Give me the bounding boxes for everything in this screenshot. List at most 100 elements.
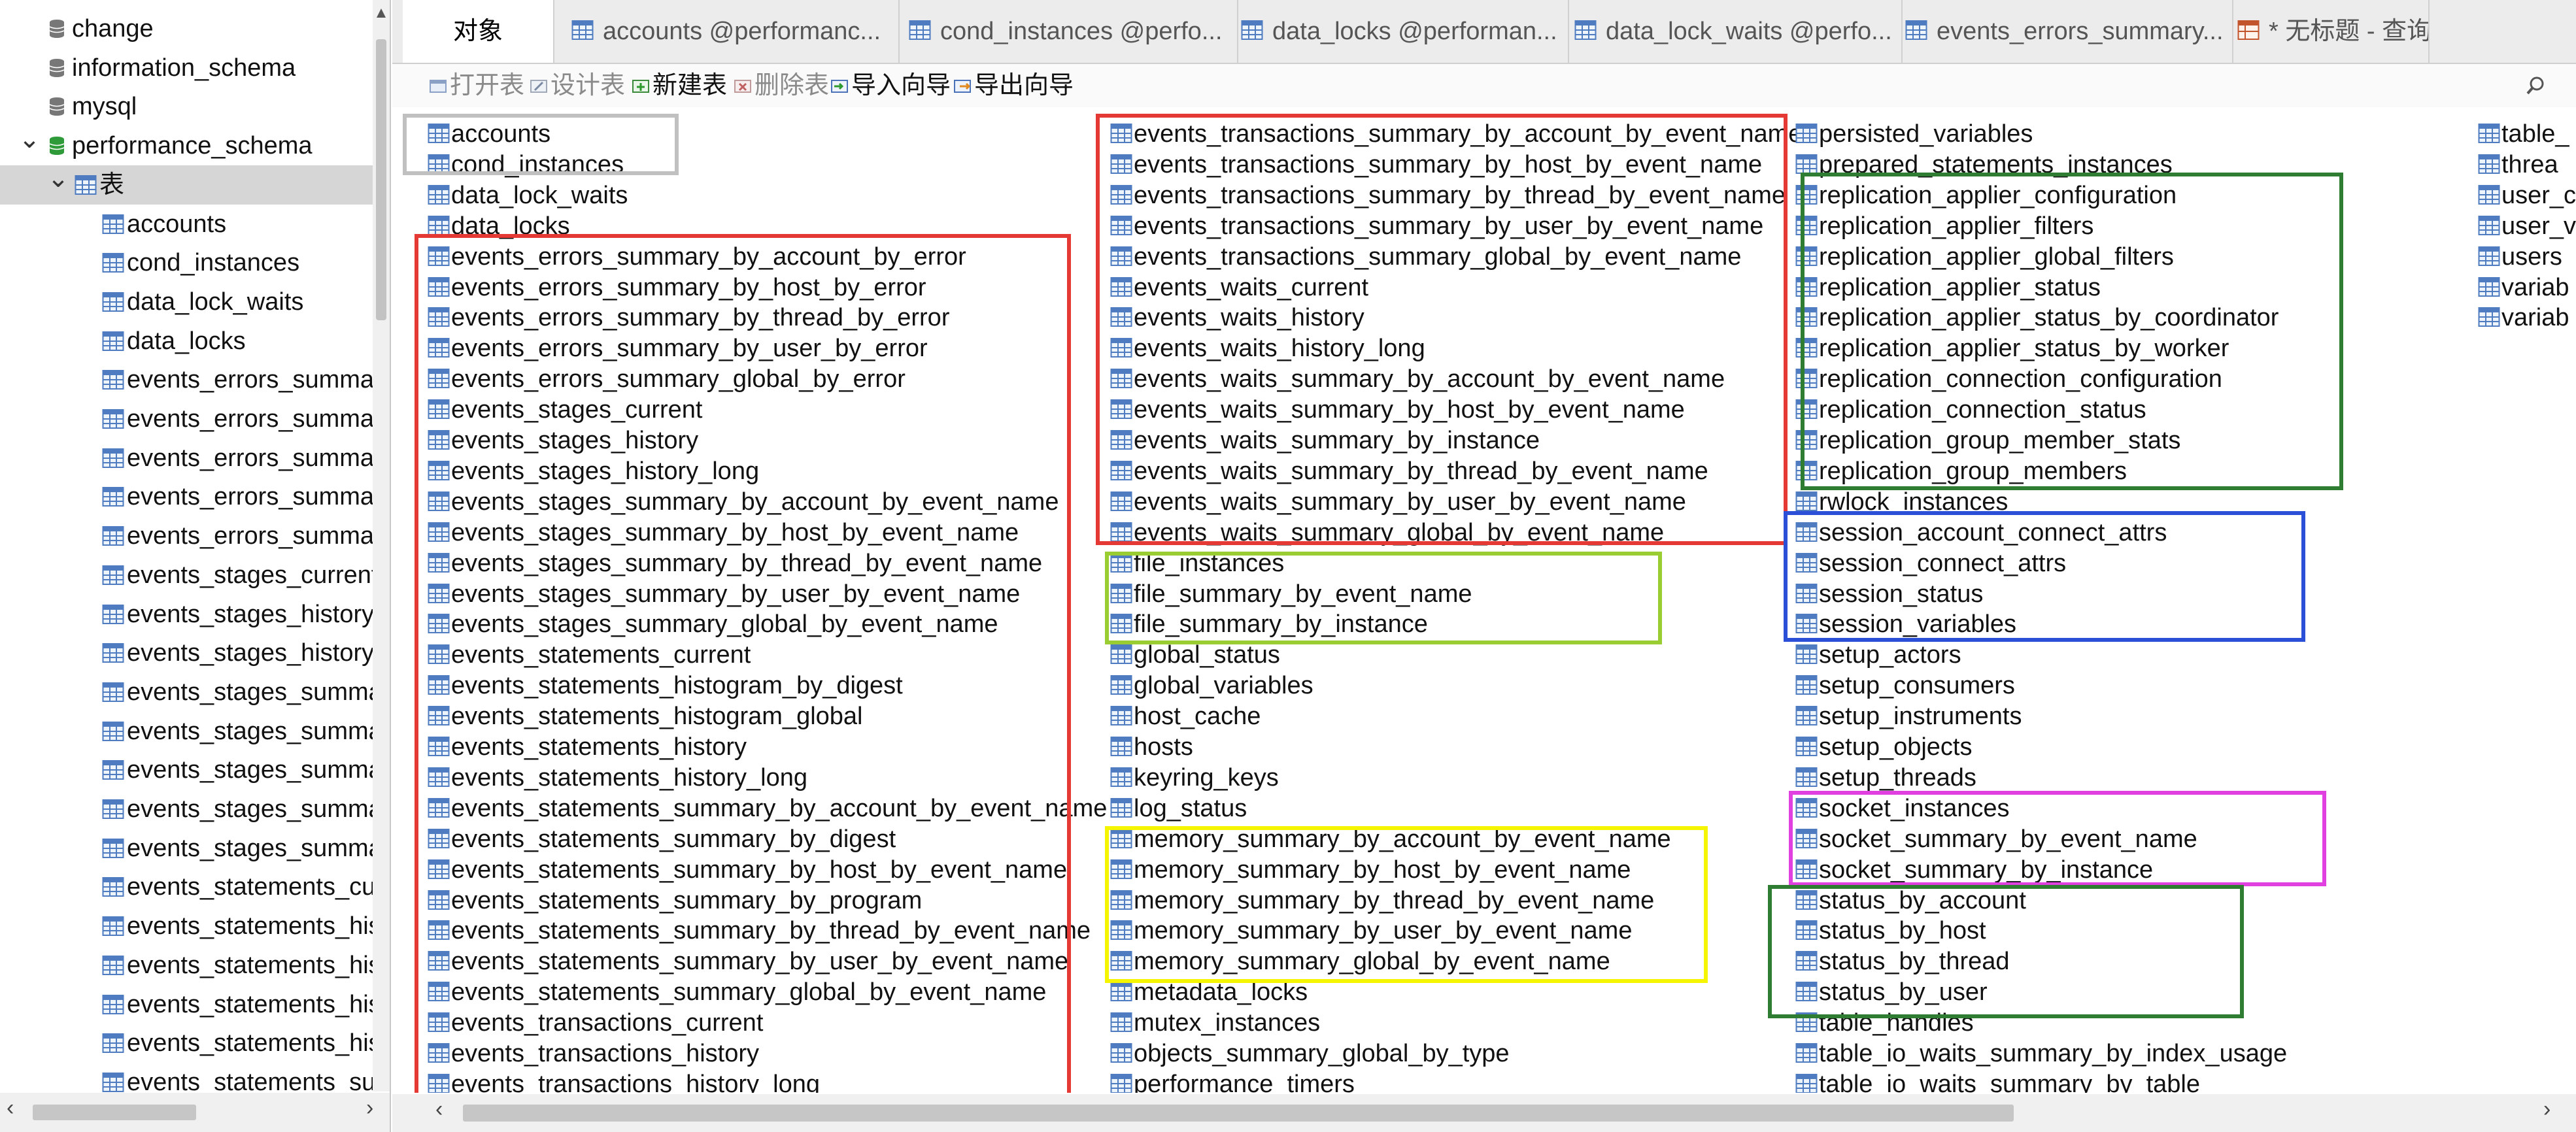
- table-icon: [1795, 767, 1818, 788]
- navigator-table-item[interactable]: events_stages_summary: [0, 712, 390, 751]
- table-icon: [1795, 583, 1818, 604]
- table-object-label: host_cache: [1134, 703, 1261, 731]
- navigator-table-item[interactable]: events_errors_summary: [0, 516, 390, 556]
- tab-item[interactable]: events_errors_summary...: [1900, 0, 2233, 63]
- table-icon: [428, 613, 450, 634]
- navigator-table-item[interactable]: events_statements_histo: [0, 946, 390, 985]
- object-list-horizontal-scrollbar[interactable]: ‹ ›: [392, 1094, 2576, 1132]
- navigator-table-label: events_errors_summary: [127, 405, 391, 433]
- database-item[interactable]: change: [0, 9, 390, 48]
- table-object-label: memory_summary_by_user_by_event_name: [1134, 917, 1633, 945]
- table-icon: [1795, 460, 1818, 481]
- table-icon: [1795, 644, 1818, 665]
- table-icon: [428, 920, 450, 941]
- table-object-label: session_connect_attrs: [1819, 549, 2067, 577]
- delete-table-button[interactable]: 删除表: [734, 64, 829, 107]
- navigator-table-label: events_statements_histo: [127, 1029, 391, 1057]
- navigator-table-item[interactable]: events_statements_curr: [0, 867, 390, 907]
- table-object-label: variab: [2501, 273, 2569, 301]
- database-item[interactable]: mysql: [0, 87, 390, 126]
- tab-item[interactable]: 对象: [403, 0, 554, 63]
- database-item[interactable]: information_schema: [0, 48, 390, 88]
- navigator-table-item[interactable]: events_statements_histo: [0, 985, 390, 1024]
- open-table-button[interactable]: 打开表: [429, 64, 524, 107]
- table-icon: [2478, 184, 2500, 205]
- navigator-table-item[interactable]: events_errors_summary: [0, 439, 390, 478]
- table-icon: [1795, 674, 1818, 695]
- new-table-button[interactable]: 新建表: [632, 64, 727, 107]
- import-wizard-button[interactable]: 导入向导: [830, 64, 951, 107]
- tab-item[interactable]: data_locks @performan...: [1236, 0, 1569, 63]
- table-icon: [1110, 246, 1132, 267]
- navigator-table-item[interactable]: events_statements_histo: [0, 907, 390, 946]
- navigator-table-item[interactable]: events_stages_summary: [0, 673, 390, 712]
- scroll-left-icon[interactable]: ‹: [7, 1095, 14, 1121]
- table-object-label: objects_summary_global_by_type: [1134, 1040, 1510, 1067]
- tables-group-item[interactable]: ⌄ 表: [0, 164, 390, 205]
- table-icon: [1110, 123, 1132, 144]
- table-icon: [428, 184, 450, 205]
- navigator-horizontal-scrollbar[interactable]: ‹ ›: [0, 1093, 390, 1132]
- navigator-table-label: events_statements_histo: [127, 951, 391, 979]
- navigator-table-label: data_locks: [127, 327, 246, 355]
- navigator-table-item[interactable]: events_stages_current: [0, 556, 390, 595]
- table-icon: [102, 876, 124, 897]
- navigator-table-item[interactable]: events_stages_history_l: [0, 633, 390, 673]
- table-object-label: keyring_keys: [1134, 763, 1279, 791]
- table-icon: [428, 705, 450, 726]
- export-wizard-button[interactable]: 导出向导: [953, 64, 1074, 107]
- scrollbar-thumb[interactable]: [33, 1105, 196, 1120]
- design-table-label: 设计表: [551, 72, 626, 99]
- table-object-label: variab: [2501, 304, 2569, 332]
- navigator-table-item[interactable]: events_stages_summary: [0, 790, 390, 829]
- tab-item[interactable]: cond_instances @perfo...: [904, 0, 1238, 63]
- navigator-table-item[interactable]: events_stages_history: [0, 595, 390, 634]
- database-icon: [48, 19, 65, 39]
- table-object-label: events_stages_summary_by_thread_by_event…: [451, 549, 1043, 577]
- navigator-table-item[interactable]: events_errors_summary: [0, 360, 390, 399]
- table-icon: [102, 799, 124, 820]
- scrollbar-thumb[interactable]: [376, 39, 386, 320]
- table-object-label: events_statements_summary_by_account_by_…: [451, 794, 1108, 822]
- table-icon: [102, 642, 124, 663]
- table-icon: [1795, 828, 1818, 849]
- navigator-table-item[interactable]: events_stages_summary: [0, 750, 390, 790]
- table-icon: [428, 123, 450, 144]
- tab-label: accounts @performanc...: [603, 18, 881, 45]
- tab-item[interactable]: accounts @performanc...: [566, 0, 900, 63]
- scroll-right-icon[interactable]: ›: [366, 1095, 373, 1121]
- table-object-label: events_statements_summary_by_thread_by_e…: [451, 917, 1091, 945]
- navigator-table-item[interactable]: data_locks: [0, 322, 390, 361]
- chevron-down-icon[interactable]: ⌄: [47, 159, 69, 198]
- table-object-label: events_waits_history_long: [1134, 335, 1425, 363]
- scroll-left-icon[interactable]: ‹: [435, 1097, 443, 1122]
- delete-table-icon: [734, 66, 752, 93]
- scrollbar-thumb[interactable]: [463, 1105, 2014, 1122]
- tab-label: data_lock_waits @perfo...: [1606, 18, 1892, 45]
- navigator-table-item[interactable]: events_stages_summary: [0, 829, 390, 868]
- table-icon: [428, 246, 450, 267]
- table-icon: [1110, 1012, 1132, 1033]
- table-icon: [428, 1042, 450, 1063]
- chevron-down-icon[interactable]: ⌄: [18, 120, 41, 159]
- navigator-table-item[interactable]: events_errors_summary: [0, 477, 390, 516]
- tab-item[interactable]: data_lock_waits @perfo...: [1569, 0, 1903, 63]
- navigator-table-label: events_statements_curr: [127, 873, 391, 901]
- navigator-table-item[interactable]: cond_instances: [0, 243, 390, 282]
- tab-item[interactable]: * 无标题 - 查询: [2232, 0, 2430, 63]
- navigator-table-item[interactable]: events_statements_histo: [0, 1024, 390, 1063]
- database-icon: [48, 97, 65, 116]
- table-icon: [428, 828, 450, 849]
- navigator-table-item[interactable]: events_errors_summary: [0, 399, 390, 439]
- table-icon: [428, 154, 450, 175]
- table-object-label: events_waits_summary_global_by_event_nam…: [1134, 518, 1665, 546]
- table-object-label: events_stages_current: [451, 396, 703, 424]
- navigator-table-item[interactable]: accounts: [0, 205, 390, 244]
- scroll-right-icon[interactable]: ›: [2543, 1097, 2551, 1122]
- table-icon: [1110, 767, 1132, 788]
- navigator-vertical-scrollbar[interactable]: ▲: [373, 0, 390, 1091]
- search-icon[interactable]: [2525, 75, 2547, 97]
- scroll-up-icon[interactable]: ▲: [373, 4, 390, 22]
- design-table-button[interactable]: 设计表: [530, 64, 625, 107]
- navigator-table-item[interactable]: data_lock_waits: [0, 282, 390, 322]
